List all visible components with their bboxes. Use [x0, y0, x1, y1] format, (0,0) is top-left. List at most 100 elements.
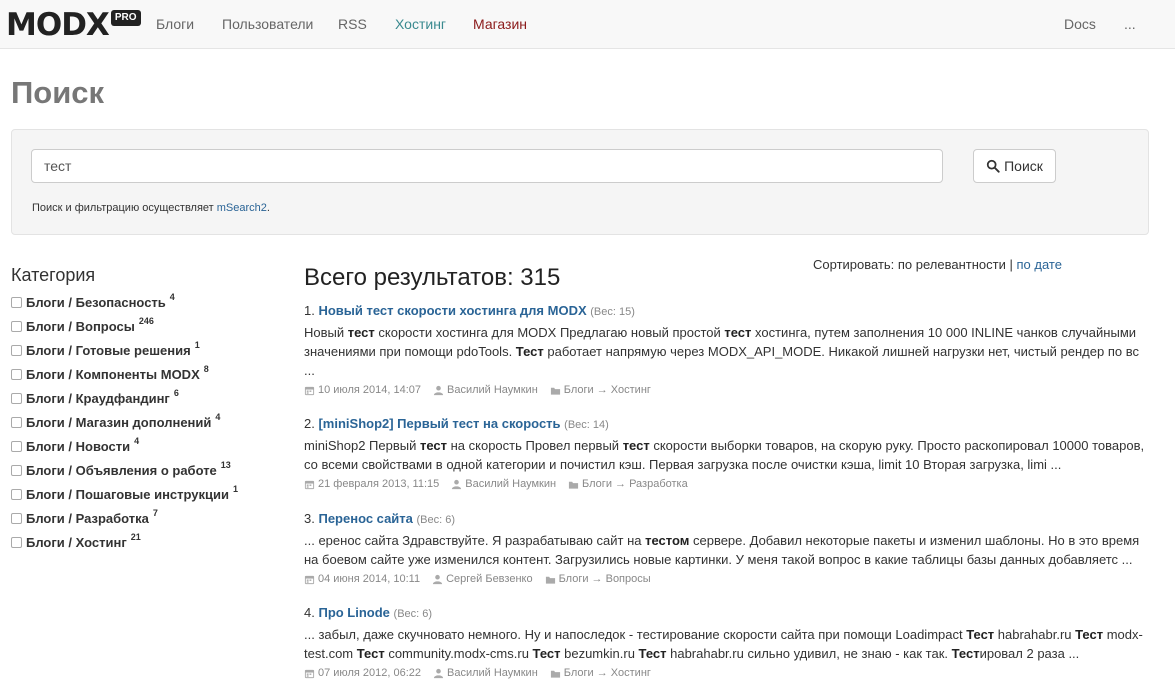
- result-title-link[interactable]: [miniShop2] Первый тест на скорость: [318, 416, 560, 431]
- result-meta: 21 февраля 2013, 11:15 Василий Наумкин Бло…: [304, 478, 1154, 490]
- category-filter-title: Категория: [11, 265, 96, 285]
- category-checkbox[interactable]: [11, 512, 22, 524]
- search-icon: [986, 159, 1000, 173]
- nav-item-rss[interactable]: RSS: [338, 16, 367, 33]
- category-checkbox[interactable]: [11, 464, 22, 476]
- highlight: Тест: [951, 646, 980, 661]
- result-number: 3.: [304, 511, 319, 526]
- highlight: тест: [724, 325, 752, 340]
- result-category[interactable]: Блоги → Разработка: [568, 478, 688, 490]
- category-count: 1: [233, 484, 239, 494]
- category-count: 7: [152, 508, 158, 518]
- nav-item-shop[interactable]: Магазин: [473, 16, 527, 33]
- category-filter-item[interactable]: Блоги / Хостинг 21: [11, 530, 238, 554]
- result-title-link[interactable]: Новый тест скорости хостинга для MODX: [318, 303, 586, 318]
- calendar-icon: [304, 386, 315, 395]
- nav-item-docs[interactable]: Docs: [1064, 16, 1096, 33]
- logo-text: MODX: [6, 7, 110, 43]
- user-icon: [452, 479, 462, 489]
- category-checkbox[interactable]: [11, 296, 22, 308]
- result-category[interactable]: Блоги → Вопросы: [545, 573, 651, 585]
- search-note-text: Поиск и фильтрацию осуществляет: [32, 202, 217, 214]
- result-snippet: miniShop2 Первый тест на скорость Провел…: [304, 436, 1152, 474]
- search-button[interactable]: Поиск: [973, 149, 1056, 183]
- snippet-text: bezumkin.ru: [560, 646, 639, 661]
- category-filter-list: Блоги / Безопасность 4 Блоги / Вопросы 246 Б…: [11, 290, 238, 554]
- result-title-link[interactable]: Перенос сайта: [318, 511, 412, 526]
- category-filter-item[interactable]: Блоги / Краудфандинг 6: [11, 386, 238, 410]
- category-filter-item[interactable]: Блоги / Новости 4: [11, 434, 238, 458]
- category-checkbox[interactable]: [11, 440, 22, 452]
- result-number: 2.: [304, 416, 319, 431]
- category-label: Блоги / Вопросы: [26, 318, 135, 334]
- result-meta: 07 июля 2012, 06:22 Василий Наумкин Блоги …: [304, 667, 1154, 679]
- result-snippet: Новый тест скорости хостинга для MODX Пр…: [304, 323, 1152, 380]
- category-checkbox[interactable]: [11, 392, 22, 404]
- category-count: 4: [134, 436, 140, 446]
- nav-item-hosting[interactable]: Хостинг: [395, 16, 446, 33]
- modx-pro-logo[interactable]: MODX PRO: [6, 8, 141, 42]
- snippet-text: ... еренос сайта Здравствуйте. Я разраба…: [304, 533, 646, 548]
- category-count: 21: [130, 532, 141, 542]
- result-author[interactable]: Василий Наумкин: [451, 478, 556, 490]
- category-count: 246: [138, 316, 154, 326]
- result-author[interactable]: Василий Наумкин: [433, 667, 538, 679]
- result-snippet: ... еренос сайта Здравствуйте. Я разраба…: [304, 531, 1152, 569]
- category-filter-item[interactable]: Блоги / Компоненты MODX 8: [11, 362, 238, 386]
- result-weight: (Вес: 14): [564, 419, 609, 431]
- result-meta: 10 июля 2014, 14:07 Василий Наумкин Блоги …: [304, 384, 1154, 396]
- highlight: Тест: [515, 344, 544, 359]
- search-result: 2. [miniShop2] Первый тест на скорость (…: [304, 416, 1154, 490]
- category-label: Блоги / Безопасность: [26, 294, 166, 310]
- msearch2-link[interactable]: mSearch2: [217, 202, 267, 214]
- category-label: Блоги / Пошаговые инструкции: [26, 486, 230, 502]
- search-note: Поиск и фильтрацию осуществляет mSearch2…: [32, 201, 270, 215]
- search-button-label: Поиск: [1004, 158, 1043, 174]
- category-checkbox[interactable]: [11, 536, 22, 548]
- category-checkbox[interactable]: [11, 344, 22, 356]
- nav-item-more[interactable]: ...: [1124, 16, 1136, 33]
- result-category-text: Блоги → Вопросы: [558, 573, 651, 585]
- highlight: Тест: [966, 627, 995, 642]
- category-filter-item[interactable]: Блоги / Разработка 7: [11, 506, 238, 530]
- result-snippet: ... забыл, даже скучновато немного. Ну и…: [304, 625, 1152, 663]
- sort-by-date-link[interactable]: по дате: [1016, 257, 1061, 272]
- result-author[interactable]: Василий Наумкин: [433, 384, 538, 396]
- calendar-icon: [304, 575, 315, 584]
- category-checkbox[interactable]: [11, 488, 22, 500]
- category-filter-item[interactable]: Блоги / Магазин дополнений 4: [11, 410, 238, 434]
- nav-item-users[interactable]: Пользователи: [222, 16, 313, 33]
- category-label: Блоги / Компоненты MODX: [26, 366, 200, 382]
- result-author-text: Василий Наумкин: [447, 384, 538, 396]
- category-filter-item[interactable]: Блоги / Пошаговые инструкции 1: [11, 482, 238, 506]
- category-count: 6: [173, 388, 179, 398]
- category-filter-item[interactable]: Блоги / Безопасность 4: [11, 290, 238, 314]
- result-title-line: 2. [miniShop2] Первый тест на скорость (…: [304, 416, 1154, 433]
- result-number: 1.: [304, 303, 319, 318]
- search-input[interactable]: [31, 149, 943, 183]
- category-checkbox[interactable]: [11, 416, 22, 428]
- sort-separator: |: [1005, 257, 1017, 272]
- search-result: 3. Перенос сайта (Вес: 6) ... еренос сайт…: [304, 511, 1154, 585]
- category-filter-item[interactable]: Блоги / Вопросы 246: [11, 314, 238, 338]
- result-author[interactable]: Сергей Бевзенко: [432, 573, 533, 585]
- category-label: Блоги / Готовые решения: [26, 342, 191, 358]
- snippet-text: miniShop2 Первый: [304, 438, 420, 453]
- nav-item-blogs[interactable]: Блоги: [156, 16, 194, 33]
- category-filter-item[interactable]: Блоги / Объявления о работе 13: [11, 458, 238, 482]
- category-checkbox[interactable]: [11, 368, 22, 380]
- category-filter-item[interactable]: Блоги / Готовые решения 1: [11, 338, 238, 362]
- result-category-text: Блоги → Хостинг: [563, 667, 651, 679]
- category-checkbox[interactable]: [11, 320, 22, 332]
- sort-by-relevance[interactable]: Сортировать: по релевантности: [813, 257, 1006, 272]
- result-title-link[interactable]: Про Linode: [318, 605, 389, 620]
- result-category[interactable]: Блоги → Хостинг: [550, 667, 651, 679]
- result-date-text: 07 июля 2012, 06:22: [318, 667, 421, 679]
- highlight: тест: [419, 438, 447, 453]
- search-panel: Поиск Поиск и фильтрацию осуществляет mS…: [11, 129, 1149, 235]
- category-label: Блоги / Хостинг: [26, 534, 127, 550]
- result-category[interactable]: Блоги → Хостинг: [550, 384, 651, 396]
- result-category-text: Блоги → Хостинг: [563, 384, 651, 396]
- result-date: 21 февраля 2013, 11:15: [304, 478, 439, 490]
- folder-icon: [545, 576, 555, 584]
